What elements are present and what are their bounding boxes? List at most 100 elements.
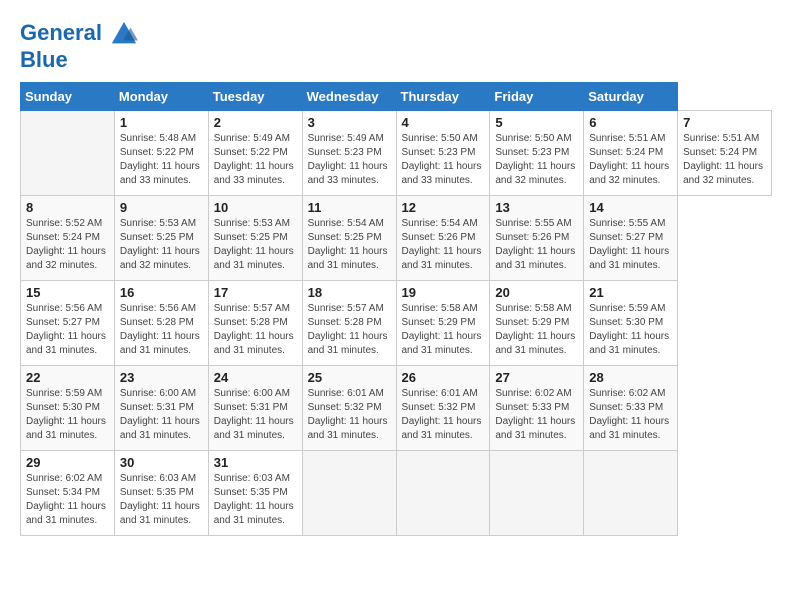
calendar-cell: 18 Sunrise: 5:57 AMSunset: 5:28 PMDaylig… bbox=[302, 281, 396, 366]
calendar-cell bbox=[302, 451, 396, 536]
day-info: Sunrise: 5:48 AMSunset: 5:22 PMDaylight:… bbox=[120, 132, 203, 188]
calendar-cell: 1 Sunrise: 5:48 AMSunset: 5:22 PMDayligh… bbox=[114, 111, 208, 196]
calendar-week-4: 22 Sunrise: 5:59 AMSunset: 5:30 PMDaylig… bbox=[21, 366, 772, 451]
day-header-wednesday: Wednesday bbox=[302, 83, 396, 111]
day-info: Sunrise: 5:49 AMSunset: 5:23 PMDaylight:… bbox=[308, 132, 391, 188]
calendar-cell: 29 Sunrise: 6:02 AMSunset: 5:34 PMDaylig… bbox=[21, 451, 115, 536]
day-info: Sunrise: 5:51 AMSunset: 5:24 PMDaylight:… bbox=[589, 132, 672, 188]
day-header-tuesday: Tuesday bbox=[208, 83, 302, 111]
calendar-cell: 8 Sunrise: 5:52 AMSunset: 5:24 PMDayligh… bbox=[21, 196, 115, 281]
calendar-cell: 31 Sunrise: 6:03 AMSunset: 5:35 PMDaylig… bbox=[208, 451, 302, 536]
day-info: Sunrise: 6:03 AMSunset: 5:35 PMDaylight:… bbox=[120, 472, 203, 528]
day-number: 29 bbox=[26, 455, 109, 470]
day-number: 10 bbox=[214, 200, 297, 215]
day-info: Sunrise: 6:01 AMSunset: 5:32 PMDaylight:… bbox=[402, 387, 485, 443]
day-info: Sunrise: 5:52 AMSunset: 5:24 PMDaylight:… bbox=[26, 217, 109, 273]
calendar-cell: 6 Sunrise: 5:51 AMSunset: 5:24 PMDayligh… bbox=[584, 111, 678, 196]
day-number: 1 bbox=[120, 115, 203, 130]
calendar-cell: 27 Sunrise: 6:02 AMSunset: 5:33 PMDaylig… bbox=[490, 366, 584, 451]
day-info: Sunrise: 5:50 AMSunset: 5:23 PMDaylight:… bbox=[495, 132, 578, 188]
day-info: Sunrise: 6:02 AMSunset: 5:33 PMDaylight:… bbox=[589, 387, 672, 443]
day-number: 3 bbox=[308, 115, 391, 130]
calendar-cell: 9 Sunrise: 5:53 AMSunset: 5:25 PMDayligh… bbox=[114, 196, 208, 281]
day-number: 12 bbox=[402, 200, 485, 215]
calendar-cell bbox=[490, 451, 584, 536]
day-number: 8 bbox=[26, 200, 109, 215]
logo-text: General bbox=[20, 20, 138, 48]
day-number: 31 bbox=[214, 455, 297, 470]
calendar-week-3: 15 Sunrise: 5:56 AMSunset: 5:27 PMDaylig… bbox=[21, 281, 772, 366]
day-info: Sunrise: 5:59 AMSunset: 5:30 PMDaylight:… bbox=[26, 387, 109, 443]
day-info: Sunrise: 6:02 AMSunset: 5:33 PMDaylight:… bbox=[495, 387, 578, 443]
day-header-friday: Friday bbox=[490, 83, 584, 111]
day-number: 5 bbox=[495, 115, 578, 130]
day-info: Sunrise: 5:53 AMSunset: 5:25 PMDaylight:… bbox=[214, 217, 297, 273]
calendar-cell: 23 Sunrise: 6:00 AMSunset: 5:31 PMDaylig… bbox=[114, 366, 208, 451]
calendar-cell: 20 Sunrise: 5:58 AMSunset: 5:29 PMDaylig… bbox=[490, 281, 584, 366]
day-info: Sunrise: 6:00 AMSunset: 5:31 PMDaylight:… bbox=[120, 387, 203, 443]
day-number: 6 bbox=[589, 115, 672, 130]
calendar-cell: 17 Sunrise: 5:57 AMSunset: 5:28 PMDaylig… bbox=[208, 281, 302, 366]
day-number: 11 bbox=[308, 200, 391, 215]
calendar-cell: 5 Sunrise: 5:50 AMSunset: 5:23 PMDayligh… bbox=[490, 111, 584, 196]
day-number: 28 bbox=[589, 370, 672, 385]
day-number: 30 bbox=[120, 455, 203, 470]
calendar-cell: 24 Sunrise: 6:00 AMSunset: 5:31 PMDaylig… bbox=[208, 366, 302, 451]
day-info: Sunrise: 6:02 AMSunset: 5:34 PMDaylight:… bbox=[26, 472, 109, 528]
day-header-saturday: Saturday bbox=[584, 83, 678, 111]
calendar-cell: 2 Sunrise: 5:49 AMSunset: 5:22 PMDayligh… bbox=[208, 111, 302, 196]
day-info: Sunrise: 5:55 AMSunset: 5:26 PMDaylight:… bbox=[495, 217, 578, 273]
logo-text2: Blue bbox=[20, 48, 138, 72]
calendar-cell: 28 Sunrise: 6:02 AMSunset: 5:33 PMDaylig… bbox=[584, 366, 678, 451]
day-number: 24 bbox=[214, 370, 297, 385]
day-number: 13 bbox=[495, 200, 578, 215]
calendar-cell: 22 Sunrise: 5:59 AMSunset: 5:30 PMDaylig… bbox=[21, 366, 115, 451]
day-info: Sunrise: 5:57 AMSunset: 5:28 PMDaylight:… bbox=[308, 302, 391, 358]
calendar-cell: 19 Sunrise: 5:58 AMSunset: 5:29 PMDaylig… bbox=[396, 281, 490, 366]
day-info: Sunrise: 6:03 AMSunset: 5:35 PMDaylight:… bbox=[214, 472, 297, 528]
day-number: 23 bbox=[120, 370, 203, 385]
day-info: Sunrise: 5:54 AMSunset: 5:25 PMDaylight:… bbox=[308, 217, 391, 273]
calendar-header-row: SundayMondayTuesdayWednesdayThursdayFrid… bbox=[21, 83, 772, 111]
calendar-cell: 30 Sunrise: 6:03 AMSunset: 5:35 PMDaylig… bbox=[114, 451, 208, 536]
day-number: 21 bbox=[589, 285, 672, 300]
day-number: 16 bbox=[120, 285, 203, 300]
day-info: Sunrise: 5:57 AMSunset: 5:28 PMDaylight:… bbox=[214, 302, 297, 358]
calendar-cell: 7 Sunrise: 5:51 AMSunset: 5:24 PMDayligh… bbox=[678, 111, 772, 196]
calendar-table: SundayMondayTuesdayWednesdayThursdayFrid… bbox=[20, 82, 772, 536]
calendar-cell: 16 Sunrise: 5:56 AMSunset: 5:28 PMDaylig… bbox=[114, 281, 208, 366]
day-number: 25 bbox=[308, 370, 391, 385]
day-number: 26 bbox=[402, 370, 485, 385]
calendar-cell bbox=[21, 111, 115, 196]
calendar-cell: 13 Sunrise: 5:55 AMSunset: 5:26 PMDaylig… bbox=[490, 196, 584, 281]
day-number: 14 bbox=[589, 200, 672, 215]
day-info: Sunrise: 5:53 AMSunset: 5:25 PMDaylight:… bbox=[120, 217, 203, 273]
day-info: Sunrise: 6:00 AMSunset: 5:31 PMDaylight:… bbox=[214, 387, 297, 443]
calendar-week-1: 1 Sunrise: 5:48 AMSunset: 5:22 PMDayligh… bbox=[21, 111, 772, 196]
day-number: 18 bbox=[308, 285, 391, 300]
calendar-cell: 11 Sunrise: 5:54 AMSunset: 5:25 PMDaylig… bbox=[302, 196, 396, 281]
day-info: Sunrise: 6:01 AMSunset: 5:32 PMDaylight:… bbox=[308, 387, 391, 443]
calendar-cell: 10 Sunrise: 5:53 AMSunset: 5:25 PMDaylig… bbox=[208, 196, 302, 281]
calendar-cell: 14 Sunrise: 5:55 AMSunset: 5:27 PMDaylig… bbox=[584, 196, 678, 281]
day-number: 17 bbox=[214, 285, 297, 300]
day-number: 20 bbox=[495, 285, 578, 300]
day-number: 7 bbox=[683, 115, 766, 130]
day-info: Sunrise: 5:51 AMSunset: 5:24 PMDaylight:… bbox=[683, 132, 766, 188]
day-info: Sunrise: 5:58 AMSunset: 5:29 PMDaylight:… bbox=[495, 302, 578, 358]
day-number: 15 bbox=[26, 285, 109, 300]
calendar-cell: 12 Sunrise: 5:54 AMSunset: 5:26 PMDaylig… bbox=[396, 196, 490, 281]
day-info: Sunrise: 5:56 AMSunset: 5:27 PMDaylight:… bbox=[26, 302, 109, 358]
day-info: Sunrise: 5:56 AMSunset: 5:28 PMDaylight:… bbox=[120, 302, 203, 358]
day-number: 2 bbox=[214, 115, 297, 130]
day-info: Sunrise: 5:59 AMSunset: 5:30 PMDaylight:… bbox=[589, 302, 672, 358]
calendar-cell: 21 Sunrise: 5:59 AMSunset: 5:30 PMDaylig… bbox=[584, 281, 678, 366]
calendar-week-2: 8 Sunrise: 5:52 AMSunset: 5:24 PMDayligh… bbox=[21, 196, 772, 281]
day-number: 27 bbox=[495, 370, 578, 385]
day-number: 4 bbox=[402, 115, 485, 130]
page-header: General Blue bbox=[20, 20, 772, 72]
logo: General Blue bbox=[20, 20, 138, 72]
day-info: Sunrise: 5:58 AMSunset: 5:29 PMDaylight:… bbox=[402, 302, 485, 358]
calendar-cell: 15 Sunrise: 5:56 AMSunset: 5:27 PMDaylig… bbox=[21, 281, 115, 366]
day-number: 22 bbox=[26, 370, 109, 385]
